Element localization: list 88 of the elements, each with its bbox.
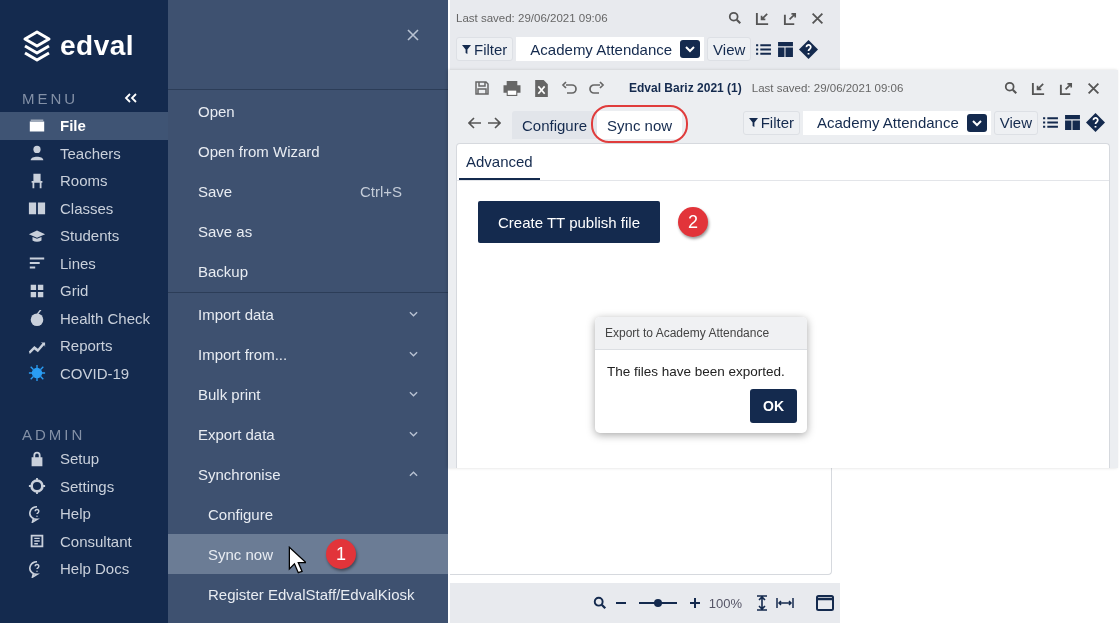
menu-item[interactable]: Register EdvalStaff/EdvalKiosk bbox=[168, 574, 448, 614]
search-icon[interactable] bbox=[592, 596, 607, 610]
step-badge: 2 bbox=[678, 207, 709, 237]
menu-item[interactable]: Save as bbox=[168, 211, 448, 251]
forward-arrow-icon[interactable] bbox=[487, 116, 501, 129]
fit-width-icon[interactable] bbox=[776, 597, 794, 609]
last-saved-text: Last saved: 29/06/2021 09:06 bbox=[751, 82, 905, 94]
last-saved-text: Last saved: 29/06/2021 09:06 bbox=[456, 12, 608, 24]
logo-text: edval bbox=[60, 30, 135, 62]
menu-item[interactable]: Save Ctrl+S bbox=[168, 171, 448, 211]
menu-item[interactable]: Bulk print bbox=[168, 374, 448, 414]
section-heading: ADMIN bbox=[22, 425, 86, 443]
menu-item[interactable]: Synchronise bbox=[168, 454, 448, 494]
window-title: Edval Bariz 2021 (1) bbox=[629, 81, 742, 95]
sidebar-item[interactable]: Classes bbox=[0, 194, 168, 222]
print-icon[interactable] bbox=[502, 79, 522, 97]
close-icon[interactable] bbox=[811, 11, 824, 25]
layout-icon[interactable] bbox=[777, 40, 795, 58]
sidebar-item[interactable]: Teachers bbox=[0, 139, 168, 167]
dock-icon[interactable] bbox=[755, 10, 770, 26]
caret-down-icon[interactable] bbox=[966, 113, 987, 132]
filter-button[interactable]: Filter bbox=[456, 37, 514, 61]
tab[interactable]: Sync now bbox=[597, 111, 683, 139]
sidebar-item[interactable]: Rooms bbox=[0, 167, 168, 195]
close-icon[interactable] bbox=[1087, 81, 1100, 95]
menu-item[interactable]: Export data bbox=[168, 414, 448, 454]
menu-item[interactable]: Import data bbox=[168, 294, 448, 334]
tab[interactable]: Configure bbox=[512, 111, 598, 139]
sidebar-item[interactable]: Help Docs bbox=[0, 555, 168, 583]
layout-icon[interactable] bbox=[1064, 114, 1081, 131]
create-publish-file-button[interactable]: Create TT publish file bbox=[478, 201, 661, 243]
sidebar-item[interactable]: Lines bbox=[0, 249, 168, 277]
sidebar-item[interactable]: Setup bbox=[0, 445, 168, 473]
menu-item[interactable]: Sync now 1 bbox=[168, 534, 448, 574]
popout-icon[interactable] bbox=[783, 10, 798, 26]
menu-item[interactable]: Backup bbox=[168, 251, 448, 291]
sidebar-item[interactable]: Settings bbox=[0, 472, 168, 500]
sidebar-item[interactable]: Students bbox=[0, 222, 168, 250]
collapse-icon[interactable] bbox=[124, 93, 138, 103]
menu-item[interactable]: Import from... bbox=[168, 334, 448, 374]
help-icon[interactable] bbox=[1086, 113, 1105, 132]
filter-button[interactable]: Filter bbox=[742, 110, 800, 135]
filter-icon bbox=[462, 44, 471, 54]
window-icon[interactable] bbox=[816, 595, 834, 611]
caret-down-icon[interactable] bbox=[680, 40, 701, 58]
settings-icon bbox=[28, 477, 46, 496]
popout-icon[interactable] bbox=[1059, 80, 1074, 96]
help-icon[interactable] bbox=[799, 39, 819, 59]
step-badge: 1 bbox=[326, 539, 356, 569]
search-icon[interactable] bbox=[728, 11, 742, 25]
menu-item[interactable]: Open bbox=[168, 91, 448, 131]
sidebar-item[interactable]: Consultant bbox=[0, 527, 168, 555]
dock-icon[interactable] bbox=[1031, 80, 1046, 96]
excel-file-icon[interactable] bbox=[534, 78, 549, 98]
sidebar-item[interactable]: Help bbox=[0, 500, 168, 528]
menu-item[interactable]: Open from Wizard bbox=[168, 131, 448, 171]
view-button[interactable]: View bbox=[707, 37, 752, 61]
ok-button[interactable]: OK bbox=[750, 389, 797, 423]
dialog-message: The files have been exported. bbox=[606, 363, 786, 381]
list-icon[interactable] bbox=[1042, 114, 1059, 131]
redo-icon[interactable] bbox=[589, 81, 605, 95]
save-icon[interactable] bbox=[474, 80, 490, 96]
person-icon bbox=[28, 144, 46, 163]
plus-icon[interactable] bbox=[688, 597, 701, 609]
back-arrow-icon[interactable] bbox=[468, 116, 482, 129]
sidebar-item[interactable]: Health Check bbox=[0, 304, 168, 332]
view-button[interactable]: View bbox=[993, 110, 1038, 135]
undo-icon[interactable] bbox=[561, 81, 577, 95]
tab[interactable]: Advanced bbox=[459, 144, 540, 180]
sidebar-item[interactable]: Reports bbox=[0, 332, 168, 360]
filter-dropdown[interactable]: Academy Attendance bbox=[516, 37, 705, 61]
sidebar-item[interactable]: File bbox=[0, 112, 168, 140]
section-heading: MENU bbox=[22, 89, 79, 107]
virus-icon bbox=[28, 364, 46, 383]
menu-item[interactable]: Configure bbox=[168, 494, 448, 534]
apple-icon bbox=[28, 309, 46, 328]
dialog-title: Export to Academy Attendance bbox=[595, 317, 807, 350]
layers-logo-icon bbox=[22, 30, 52, 62]
mouse-pointer-icon bbox=[288, 546, 306, 574]
shortcut-text: Ctrl+S bbox=[359, 182, 403, 200]
fit-height-icon[interactable] bbox=[756, 595, 768, 611]
close-icon[interactable] bbox=[407, 29, 419, 41]
filter-dropdown[interactable]: Academy Attendance bbox=[803, 110, 991, 135]
zoom-percent: 100% bbox=[708, 595, 742, 611]
filter-icon bbox=[748, 118, 758, 127]
sidebar-item[interactable]: COVID-19 bbox=[0, 359, 168, 387]
sidebar-item[interactable]: Grid bbox=[0, 277, 168, 305]
search-icon[interactable] bbox=[1004, 81, 1018, 95]
